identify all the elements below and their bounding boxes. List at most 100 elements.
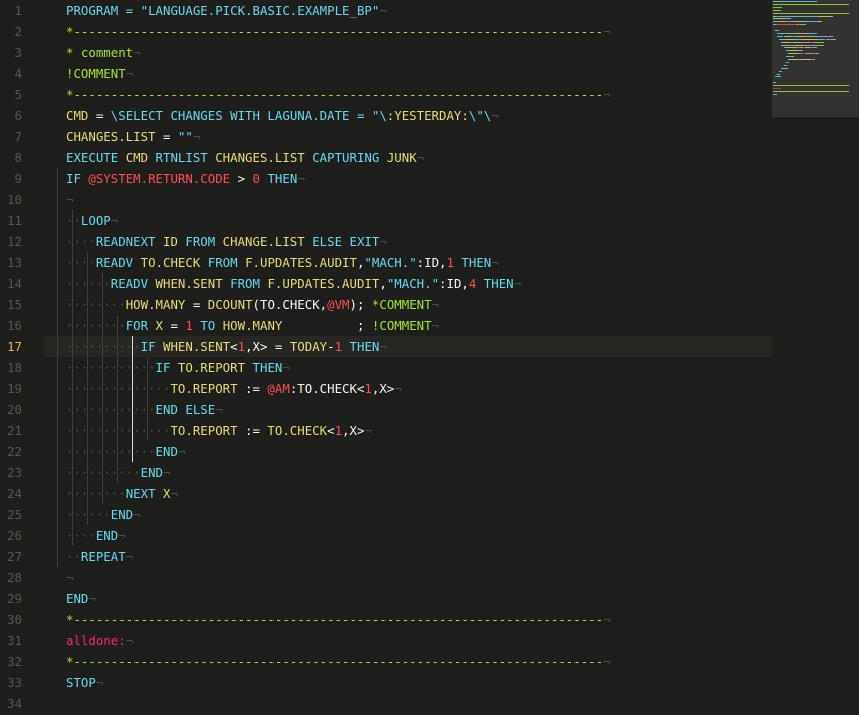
line-number[interactable]: 34 [0,693,22,714]
line-number[interactable]: 1 [0,0,22,21]
code-token: JUNK [386,150,417,165]
whitespace-marker: ¬ [394,381,402,396]
code-line[interactable]: STOP¬ [66,672,103,693]
minimap-token [788,18,791,20]
code-line[interactable]: ············END ELSE¬ [66,399,223,420]
code-line[interactable]: ··············TO.REPORT := @AM:TO.CHECK<… [66,378,402,399]
line-number[interactable]: 15 [0,294,22,315]
minimap-token [788,50,799,52]
line-number[interactable]: 29 [0,588,22,609]
line-number[interactable]: 11 [0,210,22,231]
code-line[interactable]: !COMMENT¬ [66,63,133,84]
minimap-token [804,53,815,55]
minimap-token [773,88,782,89]
minimap-token [773,3,849,5]
code-token: "MACH." [386,276,440,291]
code-line[interactable]: END¬ [66,588,96,609]
code-line[interactable]: *---------------------------------------… [66,84,611,105]
minimap[interactable] [772,0,859,715]
line-number[interactable]: 21 [0,420,22,441]
line-number[interactable]: 9 [0,168,22,189]
minimap-token [773,18,786,20]
code-line[interactable]: *---------------------------------------… [66,609,611,630]
code-line[interactable]: ····END¬ [66,525,126,546]
line-number[interactable]: 4 [0,63,22,84]
minimap-token [779,15,819,17]
minimap-token [795,44,804,46]
minimap-token [818,38,826,40]
line-number[interactable]: 19 [0,378,22,399]
line-number[interactable]: 7 [0,126,22,147]
line-number[interactable]: 12 [0,231,22,252]
code-line[interactable]: ············END¬ [66,441,185,462]
minimap-token [801,38,818,40]
code-token: THEN [342,339,380,354]
line-number[interactable]: 6 [0,105,22,126]
code-line[interactable]: alldone:¬ [66,630,133,651]
line-number[interactable]: 17 [0,336,22,357]
code-token: *---------------------------------------… [66,612,604,627]
code-line[interactable]: ··········IF WHEN.SENT<1,X> = TODAY-1 TH… [66,336,387,357]
code-token: FOR [125,318,156,333]
line-number[interactable]: 13 [0,252,22,273]
code-line[interactable]: ········FOR X = 1 TO HOW.MANY ; !COMMENT… [66,315,439,336]
code-line[interactable]: ¬ [66,189,73,210]
code-line[interactable]: *---------------------------------------… [66,651,611,672]
whitespace-marker: ¬ [170,486,178,501]
code-token: IF [155,360,178,375]
minimap-token [827,35,833,37]
line-number[interactable]: 22 [0,441,22,462]
line-number[interactable]: 33 [0,672,22,693]
code-line[interactable]: ······END¬ [66,504,141,525]
minimap-token [830,38,836,40]
line-number[interactable]: 14 [0,273,22,294]
code-line[interactable]: ····READV TO.CHECK FROM F.UPDATES.AUDIT,… [66,252,499,273]
code-line[interactable]: PROGRAM = "LANGUAGE.PICK.BASIC.EXAMPLE_B… [66,0,387,21]
code-line[interactable]: ······READV WHEN.SENT FROM F.UPDATES.AUD… [66,273,521,294]
code-editor[interactable]: 1 2 3 4 5 6 7 8 9 10 11 12 13 14 15 16 17 18 19 20 21 22 23 24 2… [0,0,859,715]
line-number[interactable]: 32 [0,651,22,672]
line-number[interactable]: 28 [0,567,22,588]
minimap-token [783,64,787,66]
line-number[interactable]: 25 [0,504,22,525]
code-line[interactable]: ····READNEXT ID FROM CHANGE.LIST ELSE EX… [66,231,387,252]
code-line[interactable]: ¬ [66,567,73,588]
minimap-token [818,15,830,17]
code-line[interactable]: ··········END¬ [66,462,170,483]
line-number[interactable]: 24 [0,483,22,504]
code-line[interactable]: ········NEXT X¬ [66,483,178,504]
code-line[interactable]: CHANGES.LIST = ""¬ [66,126,200,147]
code-line[interactable]: * comment¬ [66,42,141,63]
code-line[interactable]: EXECUTE CMD RTNLIST CHANGES.LIST CAPTURI… [66,147,424,168]
code-line[interactable]: *---------------------------------------… [66,21,611,42]
code-token: 1 [334,339,343,354]
code-token: STOP [66,675,96,690]
line-number-gutter[interactable]: 1 2 3 4 5 6 7 8 9 10 11 12 13 14 15 16 17 18 19 20 21 22 23 24 2… [0,0,44,715]
line-number[interactable]: 3 [0,42,22,63]
code-line[interactable]: ··LOOP¬ [66,210,118,231]
line-number[interactable]: 2 [0,21,22,42]
line-number[interactable]: 20 [0,399,22,420]
code-token: EXECUTE [66,150,126,165]
minimap-token [781,41,790,43]
minimap-token [801,59,810,60]
line-number[interactable]: 10 [0,189,22,210]
minimap-token [811,47,818,49]
code-line[interactable]: ··············TO.REPORT := TO.CHECK<1,X>… [66,420,372,441]
line-number[interactable]: 31 [0,630,22,651]
code-line[interactable]: CMD = \SELECT CHANGES WITH LAGUNA.DATE =… [66,105,499,126]
code-line[interactable]: ··REPEAT¬ [66,546,133,567]
line-number[interactable]: 23 [0,462,22,483]
code-line[interactable]: IF @SYSTEM.RETURN.CODE > 0 THEN¬ [66,168,305,189]
line-number[interactable]: 5 [0,84,22,105]
line-number[interactable]: 16 [0,315,22,336]
minimap-token [816,53,820,55]
line-number[interactable]: 27 [0,546,22,567]
line-number[interactable]: 8 [0,147,22,168]
line-number[interactable]: 26 [0,525,22,546]
code-line[interactable]: ············IF TO.REPORT THEN¬ [66,357,290,378]
code-line[interactable]: ········HOW.MANY = DCOUNT(TO.CHECK,@VM);… [66,294,439,315]
line-number[interactable]: 30 [0,609,22,630]
code-token: READV [110,276,156,291]
line-number[interactable]: 18 [0,357,22,378]
